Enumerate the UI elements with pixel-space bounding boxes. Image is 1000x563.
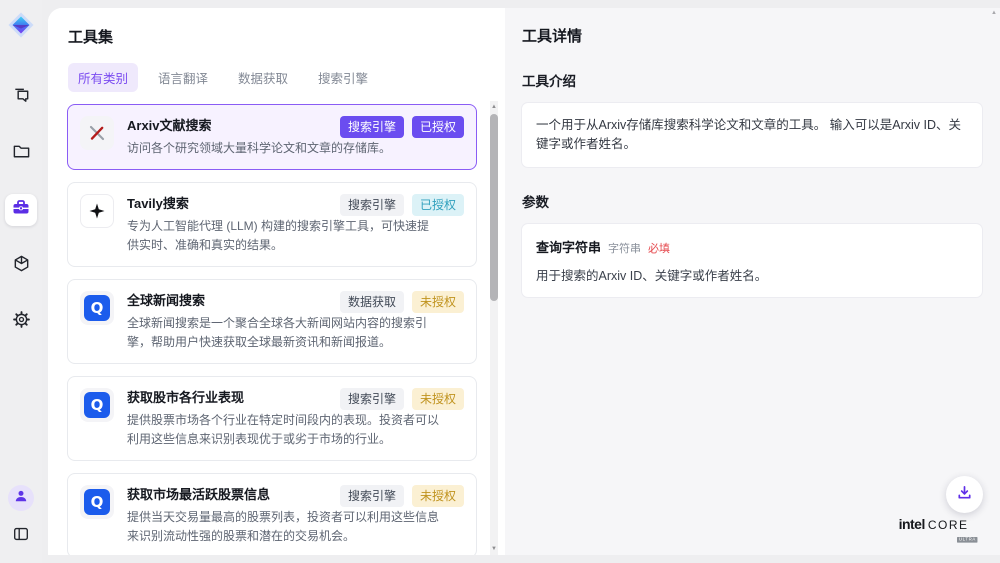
toolbox-icon: [11, 198, 31, 223]
category-badge: 搜索引擎: [340, 388, 404, 410]
ultra-badge: ULTRA: [957, 537, 978, 543]
core-wordmark: CORE: [928, 519, 969, 531]
q-blue-icon: Q: [80, 485, 114, 519]
user-icon: [14, 489, 28, 508]
sidebar-item-settings[interactable]: [5, 306, 37, 338]
sidebar-item-packages[interactable]: [5, 250, 37, 282]
tab-all-categories[interactable]: 所有类别: [68, 63, 138, 92]
detail-scrollbar-hint: ▲: [991, 10, 997, 16]
folder-icon: [12, 142, 31, 166]
tool-card-sector-performance[interactable]: Q 获取股市各行业表现 提供股票市场各个行业在特定时间段内的表现。投资者可以利用…: [67, 376, 477, 461]
auth-status-badge: 已授权: [412, 194, 464, 216]
app-logo-icon: [8, 12, 34, 38]
tool-detail-pane: ▲ 工具详情 工具介绍 一个用于从Arxiv存储库搜索科学论文和文章的工具。 输…: [505, 8, 1000, 555]
param-description: 用于搜索的Arxiv ID、关键字或作者姓名。: [536, 265, 968, 284]
tools-scroll-viewport: Arxiv文献搜索 访问各个研究领域大量科学论文和文章的存储库。 搜索引擎 已授…: [48, 101, 505, 555]
intel-core-logo: intel CORE ULTRA: [899, 517, 990, 547]
tool-card-arxiv[interactable]: Arxiv文献搜索 访问各个研究领域大量科学论文和文章的存储库。 搜索引擎 已授…: [67, 104, 477, 170]
arxiv-x-icon: [80, 116, 114, 150]
tool-description: 专为人工智能代理 (LLM) 构建的搜索引擎工具，可快速提供实时、准确和真实的结…: [127, 217, 439, 255]
scrollbar-thumb[interactable]: [490, 114, 498, 301]
download-button[interactable]: [946, 476, 983, 513]
app-screen: 工具集 所有类别 语言翻译 数据获取 搜索引擎: [0, 0, 1000, 563]
tools-list-pane: 工具集 所有类别 语言翻译 数据获取 搜索引擎: [48, 8, 505, 555]
category-badge: 搜索引擎: [340, 116, 404, 138]
sidebar-item-files[interactable]: [5, 138, 37, 170]
param-required-flag: 必填: [648, 240, 670, 256]
tab-data-fetch[interactable]: 数据获取: [228, 63, 298, 92]
sidebar-toggle-button[interactable]: [8, 523, 34, 549]
list-scrollbar: ▲ ▼: [490, 101, 498, 555]
cube-icon: [12, 254, 31, 278]
download-icon: [956, 484, 973, 506]
sidebar-toggle-icon: [12, 525, 30, 548]
tool-description: 全球新闻搜索是一个聚合全球各大新闻网站内容的搜索引擎，帮助用户快速获取全球最新资…: [127, 314, 439, 352]
chat-icon: [12, 86, 31, 110]
category-badge: 搜索引擎: [340, 485, 404, 507]
auth-status-badge: 已授权: [412, 116, 464, 138]
category-badge: 搜索引擎: [340, 194, 404, 216]
sidebar-item-toolbox[interactable]: [5, 194, 37, 226]
parameter-card: 查询字符串 字符串 必填 用于搜索的Arxiv ID、关键字或作者姓名。: [522, 224, 982, 297]
category-tabs: 所有类别 语言翻译 数据获取 搜索引擎: [68, 63, 485, 92]
q-blue-icon: Q: [80, 388, 114, 422]
sidebar-item-chat[interactable]: [5, 82, 37, 114]
tavily-star-icon: [80, 194, 114, 228]
q-blue-icon: Q: [80, 291, 114, 325]
page-title: 工具集: [68, 26, 485, 47]
user-avatar[interactable]: [8, 485, 34, 511]
intro-card: 一个用于从Arxiv存储库搜索科学论文和文章的工具。 输入可以是Arxiv ID…: [522, 103, 982, 167]
auth-status-badge: 未授权: [412, 485, 464, 507]
main-window: 工具集 所有类别 语言翻译 数据获取 搜索引擎: [48, 8, 1000, 555]
detail-title: 工具详情: [522, 25, 982, 46]
scrollbar-down-arrow[interactable]: ▼: [490, 544, 498, 554]
intel-wordmark: intel: [899, 517, 925, 531]
category-badge: 数据获取: [340, 291, 404, 313]
params-heading: 参数: [522, 191, 982, 211]
tool-card-tavily[interactable]: Tavily搜索 专为人工智能代理 (LLM) 构建的搜索引擎工具，可快速提供实…: [67, 182, 477, 267]
tool-card-global-news[interactable]: Q 全球新闻搜索 全球新闻搜索是一个聚合全球各大新闻网站内容的搜索引擎，帮助用户…: [67, 279, 477, 364]
tool-description: 提供当天交易量最高的股票列表，投资者可以利用这些信息来识别流动性强的股票和潜在的…: [127, 508, 439, 546]
auth-status-badge: 未授权: [412, 291, 464, 313]
param-name: 查询字符串: [536, 237, 601, 256]
tool-card-most-active-stocks[interactable]: Q 获取市场最活跃股票信息 提供当天交易量最高的股票列表，投资者可以利用这些信息…: [67, 473, 477, 555]
scrollbar-up-arrow[interactable]: ▲: [490, 102, 498, 112]
auth-status-badge: 未授权: [412, 388, 464, 410]
tool-description: 访问各个研究领域大量科学论文和文章的存储库。: [127, 139, 439, 158]
intro-heading: 工具介绍: [522, 70, 982, 90]
tool-description: 提供股票市场各个行业在特定时间段内的表现。投资者可以利用这些信息来识别表现优于或…: [127, 411, 439, 449]
gear-icon: [12, 310, 31, 334]
left-rail: [0, 0, 42, 563]
tab-language-translation[interactable]: 语言翻译: [148, 63, 218, 92]
tab-search-engine[interactable]: 搜索引擎: [308, 63, 378, 92]
intro-text: 一个用于从Arxiv存储库搜索科学论文和文章的工具。 输入可以是Arxiv ID…: [536, 116, 968, 154]
param-type: 字符串: [608, 240, 641, 256]
